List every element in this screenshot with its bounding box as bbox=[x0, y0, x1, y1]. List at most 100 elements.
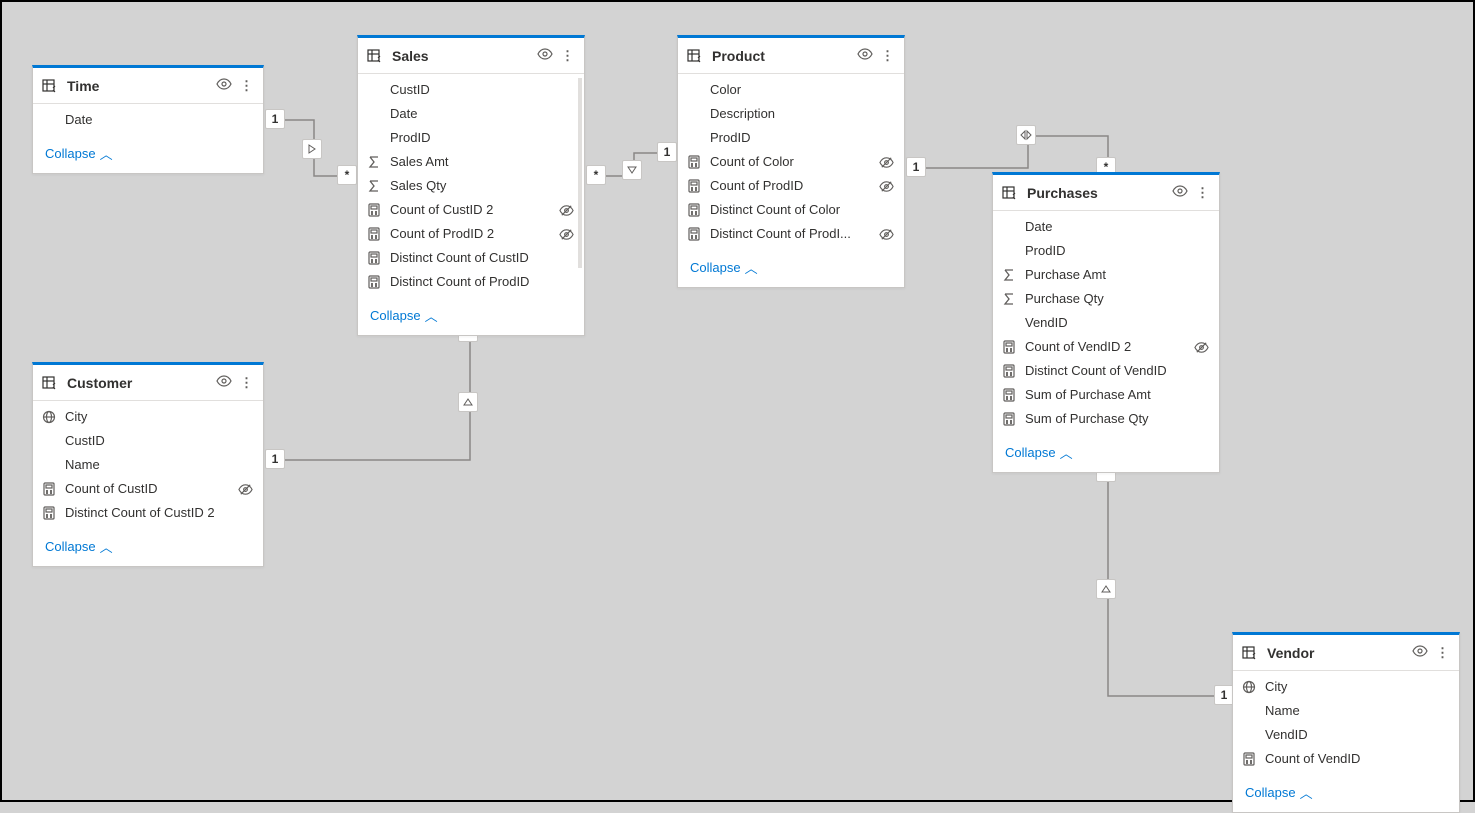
field-label: Distinct Count of Color bbox=[710, 201, 870, 219]
more-icon[interactable]: ⋮ bbox=[1436, 645, 1449, 661]
collapse-button[interactable]: Collapse︿ bbox=[358, 298, 584, 335]
field-row[interactable]: City bbox=[1233, 675, 1459, 699]
filter-direction-single bbox=[1096, 579, 1116, 599]
field-row[interactable]: Sum of Purchase Amt bbox=[993, 383, 1219, 407]
field-row[interactable]: Date bbox=[358, 102, 584, 126]
chevron-up-icon: ︿ bbox=[425, 306, 438, 325]
field-row[interactable]: Count of Color bbox=[678, 150, 904, 174]
field-row[interactable]: VendID bbox=[993, 311, 1219, 335]
table-purchases[interactable]: Purchases ⋮ Date ProdID Purchase AmtPurcha… bbox=[992, 172, 1220, 473]
field-row[interactable]: Count of CustID 2 bbox=[358, 198, 584, 222]
field-label: Count of VendID bbox=[1265, 750, 1425, 768]
calculator-icon bbox=[366, 203, 382, 217]
eye-icon[interactable] bbox=[216, 373, 232, 392]
eye-icon[interactable] bbox=[1412, 643, 1428, 662]
more-icon[interactable]: ⋮ bbox=[561, 48, 574, 64]
calculator-icon bbox=[41, 482, 57, 496]
field-label: Distinct Count of VendID bbox=[1025, 362, 1185, 380]
field-label: ProdID bbox=[1025, 242, 1185, 260]
field-label: ProdID bbox=[710, 129, 870, 147]
hidden-icon bbox=[237, 482, 253, 497]
table-title: Product bbox=[712, 48, 849, 64]
field-row[interactable]: Distinct Count of VendID bbox=[993, 359, 1219, 383]
table-customer[interactable]: Customer ⋮ City CustID NameCount of CustID… bbox=[32, 362, 264, 567]
field-row[interactable]: Sales Qty bbox=[358, 174, 584, 198]
field-label: CustID bbox=[65, 432, 229, 450]
field-row[interactable]: Count of ProdID 2 bbox=[358, 222, 584, 246]
more-icon[interactable]: ⋮ bbox=[240, 375, 253, 391]
field-row[interactable]: Purchase Qty bbox=[993, 287, 1219, 311]
calculator-icon bbox=[686, 155, 702, 169]
field-row[interactable]: Distinct Count of Color bbox=[678, 198, 904, 222]
field-row[interactable]: Count of VendID 2 bbox=[993, 335, 1219, 359]
cardinality-many: * bbox=[586, 165, 606, 185]
table-vendor[interactable]: Vendor ⋮ CityNameVendID Count of VendID C… bbox=[1232, 632, 1460, 813]
more-icon[interactable]: ⋮ bbox=[1196, 185, 1209, 201]
table-header[interactable]: Product ⋮ bbox=[678, 38, 904, 74]
scrollbar[interactable] bbox=[578, 78, 582, 268]
field-row[interactable]: Count of CustID bbox=[33, 477, 263, 501]
field-label: Distinct Count of CustID bbox=[390, 249, 550, 267]
field-label: CustID bbox=[390, 81, 550, 99]
field-row[interactable]: ProdID bbox=[678, 126, 904, 150]
field-row[interactable]: Sales Amt bbox=[358, 150, 584, 174]
field-row[interactable]: Date bbox=[33, 108, 263, 132]
field-row[interactable]: CustID bbox=[33, 429, 263, 453]
table-header[interactable]: Vendor ⋮ bbox=[1233, 635, 1459, 671]
field-row[interactable]: Description bbox=[678, 102, 904, 126]
field-row[interactable]: Distinct Count of CustID 2 bbox=[33, 501, 263, 525]
field-row[interactable]: Count of VendID bbox=[1233, 747, 1459, 771]
field-label: Sales Qty bbox=[390, 177, 550, 195]
eye-icon[interactable] bbox=[537, 46, 553, 65]
collapse-button[interactable]: Collapse︿ bbox=[33, 529, 263, 566]
field-label: Sum of Purchase Qty bbox=[1025, 410, 1185, 428]
field-row[interactable]: Purchase Amt bbox=[993, 263, 1219, 287]
collapse-button[interactable]: Collapse︿ bbox=[678, 250, 904, 287]
eye-icon[interactable] bbox=[1172, 183, 1188, 202]
table-icon bbox=[686, 47, 704, 65]
eye-icon[interactable] bbox=[216, 76, 232, 95]
table-product[interactable]: Product ⋮ Color Description ProdID Count of… bbox=[677, 35, 905, 288]
field-label: Color bbox=[710, 81, 870, 99]
eye-icon[interactable] bbox=[857, 46, 873, 65]
table-sales[interactable]: Sales ⋮ CustID DateProdIDSales Amt Sales Q… bbox=[357, 35, 585, 336]
collapse-button[interactable]: Collapse︿ bbox=[1233, 775, 1459, 812]
table-icon bbox=[41, 77, 59, 95]
field-row[interactable]: City bbox=[33, 405, 263, 429]
collapse-button[interactable]: Collapse︿ bbox=[33, 136, 263, 173]
collapse-button[interactable]: Collapse︿ bbox=[993, 435, 1219, 472]
field-label: Count of Color bbox=[710, 153, 870, 171]
cardinality-many: * bbox=[337, 165, 357, 185]
field-row[interactable]: Name bbox=[33, 453, 263, 477]
table-header[interactable]: Customer ⋮ bbox=[33, 365, 263, 401]
table-icon bbox=[1241, 644, 1259, 662]
table-time[interactable]: Time ⋮ Date Collapse︿ bbox=[32, 65, 264, 174]
field-row[interactable]: Name bbox=[1233, 699, 1459, 723]
calculator-icon bbox=[41, 506, 57, 520]
field-row[interactable]: VendID bbox=[1233, 723, 1459, 747]
hidden-icon bbox=[558, 227, 574, 242]
field-row[interactable]: Color bbox=[678, 78, 904, 102]
field-row[interactable]: Distinct Count of CustID bbox=[358, 246, 584, 270]
table-title: Time bbox=[67, 78, 208, 94]
field-row[interactable]: ProdID bbox=[358, 126, 584, 150]
field-label: Count of ProdID bbox=[710, 177, 870, 195]
more-icon[interactable]: ⋮ bbox=[881, 48, 894, 64]
table-header[interactable]: Time ⋮ bbox=[33, 68, 263, 104]
chevron-up-icon: ︿ bbox=[1300, 783, 1313, 802]
field-row[interactable]: Sum of Purchase Qty bbox=[993, 407, 1219, 431]
table-fields: City CustID NameCount of CustIDDistinct Co… bbox=[33, 401, 263, 529]
more-icon[interactable]: ⋮ bbox=[240, 78, 253, 94]
field-row[interactable]: Distinct Count of ProdID bbox=[358, 270, 584, 294]
field-label: City bbox=[65, 408, 229, 426]
field-row[interactable]: ProdID bbox=[993, 239, 1219, 263]
sigma-icon bbox=[366, 155, 382, 169]
field-row[interactable]: CustID bbox=[358, 78, 584, 102]
table-header[interactable]: Purchases ⋮ bbox=[993, 175, 1219, 211]
field-row[interactable]: Count of ProdID bbox=[678, 174, 904, 198]
field-label: Count of VendID 2 bbox=[1025, 338, 1185, 356]
sigma-icon bbox=[1001, 292, 1017, 306]
table-header[interactable]: Sales ⋮ bbox=[358, 38, 584, 74]
field-row[interactable]: Distinct Count of ProdI... bbox=[678, 222, 904, 246]
field-row[interactable]: Date bbox=[993, 215, 1219, 239]
